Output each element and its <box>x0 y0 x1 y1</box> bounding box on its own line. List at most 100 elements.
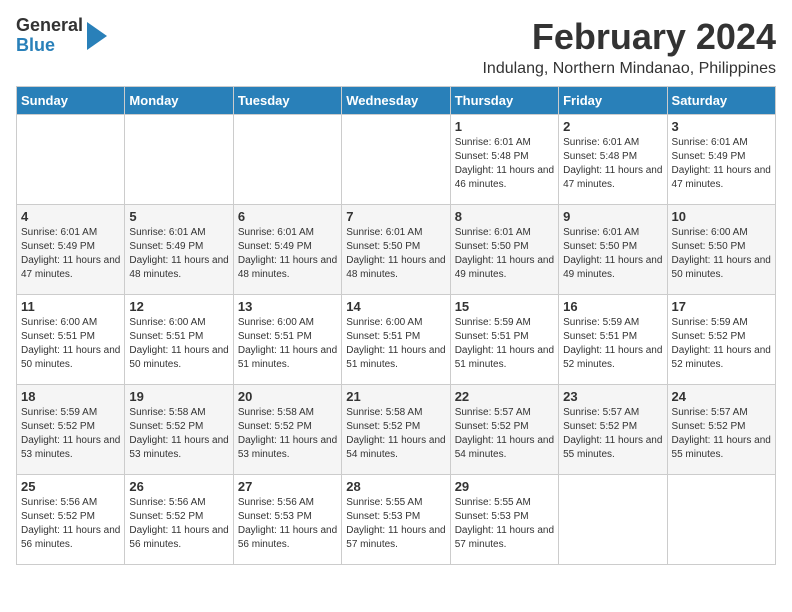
calendar-cell: 21 Sunrise: 5:58 AM Sunset: 5:52 PM Dayli… <box>342 385 450 475</box>
calendar-cell: 9 Sunrise: 6:01 AM Sunset: 5:50 PM Daylig… <box>559 205 667 295</box>
calendar-cell <box>233 115 341 205</box>
cell-info: Sunrise: 6:00 AM Sunset: 5:50 PM Dayligh… <box>672 226 771 282</box>
header-cell-friday: Friday <box>559 87 667 115</box>
cell-info: Sunrise: 5:56 AM Sunset: 5:52 PM Dayligh… <box>21 496 120 552</box>
calendar-cell <box>667 475 775 565</box>
cell-info: Sunrise: 5:55 AM Sunset: 5:53 PM Dayligh… <box>346 496 445 552</box>
cell-info: Sunrise: 6:00 AM Sunset: 5:51 PM Dayligh… <box>238 316 337 372</box>
cell-info: Sunrise: 6:01 AM Sunset: 5:49 PM Dayligh… <box>672 136 771 192</box>
calendar-cell: 15 Sunrise: 5:59 AM Sunset: 5:51 PM Dayli… <box>450 295 558 385</box>
cell-info: Sunrise: 5:59 AM Sunset: 5:51 PM Dayligh… <box>563 316 662 372</box>
header-row: SundayMondayTuesdayWednesdayThursdayFrid… <box>17 87 776 115</box>
calendar-cell: 5 Sunrise: 6:01 AM Sunset: 5:49 PM Daylig… <box>125 205 233 295</box>
cell-info: Sunrise: 6:01 AM Sunset: 5:50 PM Dayligh… <box>563 226 662 282</box>
calendar-cell: 19 Sunrise: 5:58 AM Sunset: 5:52 PM Dayli… <box>125 385 233 475</box>
logo-general: General <box>16 15 83 35</box>
cell-day-number: 28 <box>346 479 445 494</box>
header-cell-wednesday: Wednesday <box>342 87 450 115</box>
page-header: General Blue February 2024 Indulang, Nor… <box>16 16 776 78</box>
calendar-cell: 25 Sunrise: 5:56 AM Sunset: 5:52 PM Dayli… <box>17 475 125 565</box>
cell-info: Sunrise: 6:01 AM Sunset: 5:49 PM Dayligh… <box>238 226 337 282</box>
calendar-cell <box>559 475 667 565</box>
logo-blue: Blue <box>16 35 55 55</box>
title-area: February 2024 Indulang, Northern Mindana… <box>482 16 776 78</box>
cell-day-number: 16 <box>563 299 662 314</box>
cell-info: Sunrise: 6:01 AM Sunset: 5:48 PM Dayligh… <box>455 136 554 192</box>
cell-info: Sunrise: 6:01 AM Sunset: 5:49 PM Dayligh… <box>129 226 228 282</box>
calendar-cell <box>17 115 125 205</box>
calendar-cell: 22 Sunrise: 5:57 AM Sunset: 5:52 PM Dayli… <box>450 385 558 475</box>
week-row-1: 1 Sunrise: 6:01 AM Sunset: 5:48 PM Daylig… <box>17 115 776 205</box>
cell-day-number: 25 <box>21 479 120 494</box>
cell-info: Sunrise: 5:56 AM Sunset: 5:53 PM Dayligh… <box>238 496 337 552</box>
cell-day-number: 12 <box>129 299 228 314</box>
cell-day-number: 5 <box>129 209 228 224</box>
cell-day-number: 21 <box>346 389 445 404</box>
cell-day-number: 11 <box>21 299 120 314</box>
header-cell-tuesday: Tuesday <box>233 87 341 115</box>
cell-day-number: 18 <box>21 389 120 404</box>
cell-day-number: 29 <box>455 479 554 494</box>
cell-info: Sunrise: 6:00 AM Sunset: 5:51 PM Dayligh… <box>129 316 228 372</box>
cell-info: Sunrise: 6:01 AM Sunset: 5:48 PM Dayligh… <box>563 136 662 192</box>
cell-info: Sunrise: 5:58 AM Sunset: 5:52 PM Dayligh… <box>346 406 445 462</box>
calendar-cell: 20 Sunrise: 5:58 AM Sunset: 5:52 PM Dayli… <box>233 385 341 475</box>
cell-info: Sunrise: 6:01 AM Sunset: 5:50 PM Dayligh… <box>455 226 554 282</box>
cell-day-number: 7 <box>346 209 445 224</box>
cell-info: Sunrise: 6:01 AM Sunset: 5:50 PM Dayligh… <box>346 226 445 282</box>
cell-day-number: 20 <box>238 389 337 404</box>
calendar-cell: 1 Sunrise: 6:01 AM Sunset: 5:48 PM Daylig… <box>450 115 558 205</box>
cell-day-number: 17 <box>672 299 771 314</box>
cell-info: Sunrise: 5:55 AM Sunset: 5:53 PM Dayligh… <box>455 496 554 552</box>
calendar-cell: 12 Sunrise: 6:00 AM Sunset: 5:51 PM Dayli… <box>125 295 233 385</box>
month-title: February 2024 <box>482 16 776 58</box>
cell-day-number: 4 <box>21 209 120 224</box>
week-row-4: 18Sunrise: 5:59 AM Sunset: 5:52 PM Dayli… <box>17 385 776 475</box>
logo-icon <box>87 22 107 50</box>
cell-day-number: 8 <box>455 209 554 224</box>
logo-text: General Blue <box>16 16 83 56</box>
calendar-cell: 6 Sunrise: 6:01 AM Sunset: 5:49 PM Daylig… <box>233 205 341 295</box>
calendar-cell: 23Sunrise: 5:57 AM Sunset: 5:52 PM Dayli… <box>559 385 667 475</box>
cell-day-number: 10 <box>672 209 771 224</box>
cell-day-number: 24 <box>672 389 771 404</box>
calendar-cell: 26 Sunrise: 5:56 AM Sunset: 5:52 PM Dayli… <box>125 475 233 565</box>
calendar-cell: 29 Sunrise: 5:55 AM Sunset: 5:53 PM Dayli… <box>450 475 558 565</box>
calendar-cell: 16 Sunrise: 5:59 AM Sunset: 5:51 PM Dayli… <box>559 295 667 385</box>
week-row-2: 4 Sunrise: 6:01 AM Sunset: 5:49 PM Daylig… <box>17 205 776 295</box>
cell-day-number: 26 <box>129 479 228 494</box>
calendar-cell: 10 Sunrise: 6:00 AM Sunset: 5:50 PM Dayli… <box>667 205 775 295</box>
header-cell-monday: Monday <box>125 87 233 115</box>
header-cell-saturday: Saturday <box>667 87 775 115</box>
cell-day-number: 22 <box>455 389 554 404</box>
calendar-cell: 8 Sunrise: 6:01 AM Sunset: 5:50 PM Daylig… <box>450 205 558 295</box>
calendar-cell: 17 Sunrise: 5:59 AM Sunset: 5:52 PM Dayli… <box>667 295 775 385</box>
calendar-cell: 11Sunrise: 6:00 AM Sunset: 5:51 PM Dayli… <box>17 295 125 385</box>
calendar-cell: 7 Sunrise: 6:01 AM Sunset: 5:50 PM Daylig… <box>342 205 450 295</box>
header-cell-sunday: Sunday <box>17 87 125 115</box>
cell-info: Sunrise: 6:00 AM Sunset: 5:51 PM Dayligh… <box>346 316 445 372</box>
cell-day-number: 3 <box>672 119 771 134</box>
calendar-cell: 2Sunrise: 6:01 AM Sunset: 5:48 PM Daylig… <box>559 115 667 205</box>
cell-info: Sunrise: 5:58 AM Sunset: 5:52 PM Dayligh… <box>238 406 337 462</box>
cell-info: Sunrise: 5:58 AM Sunset: 5:52 PM Dayligh… <box>129 406 228 462</box>
calendar-cell: 24 Sunrise: 5:57 AM Sunset: 5:52 PM Dayli… <box>667 385 775 475</box>
cell-day-number: 9 <box>563 209 662 224</box>
cell-info: Sunrise: 5:57 AM Sunset: 5:52 PM Dayligh… <box>672 406 771 462</box>
cell-info: Sunrise: 5:56 AM Sunset: 5:52 PM Dayligh… <box>129 496 228 552</box>
cell-info: Sunrise: 6:01 AM Sunset: 5:49 PM Dayligh… <box>21 226 120 282</box>
cell-info: Sunrise: 5:59 AM Sunset: 5:51 PM Dayligh… <box>455 316 554 372</box>
cell-info: Sunrise: 5:57 AM Sunset: 5:52 PM Dayligh… <box>455 406 554 462</box>
cell-day-number: 6 <box>238 209 337 224</box>
cell-day-number: 27 <box>238 479 337 494</box>
week-row-3: 11 Sunrise: 6:00 AM Sunset: 5:51 PM Dayli… <box>17 295 776 385</box>
cell-day-number: 13 <box>238 299 337 314</box>
week-row-5: 25 Sunrise: 5:56 AM Sunset: 5:52 PM Dayli… <box>17 475 776 565</box>
cell-day-number: 1 <box>455 119 554 134</box>
cell-info: Sunrise: 5:59 AM Sunset: 5:52 PM Dayligh… <box>672 316 771 372</box>
calendar-cell: 13 Sunrise: 6:00 AM Sunset: 5:51 PM Dayli… <box>233 295 341 385</box>
location-title: Indulang, Northern Mindanao, Philippines <box>482 60 776 78</box>
calendar-cell <box>125 115 233 205</box>
cell-day-number: 19 <box>129 389 228 404</box>
cell-day-number: 15 <box>455 299 554 314</box>
